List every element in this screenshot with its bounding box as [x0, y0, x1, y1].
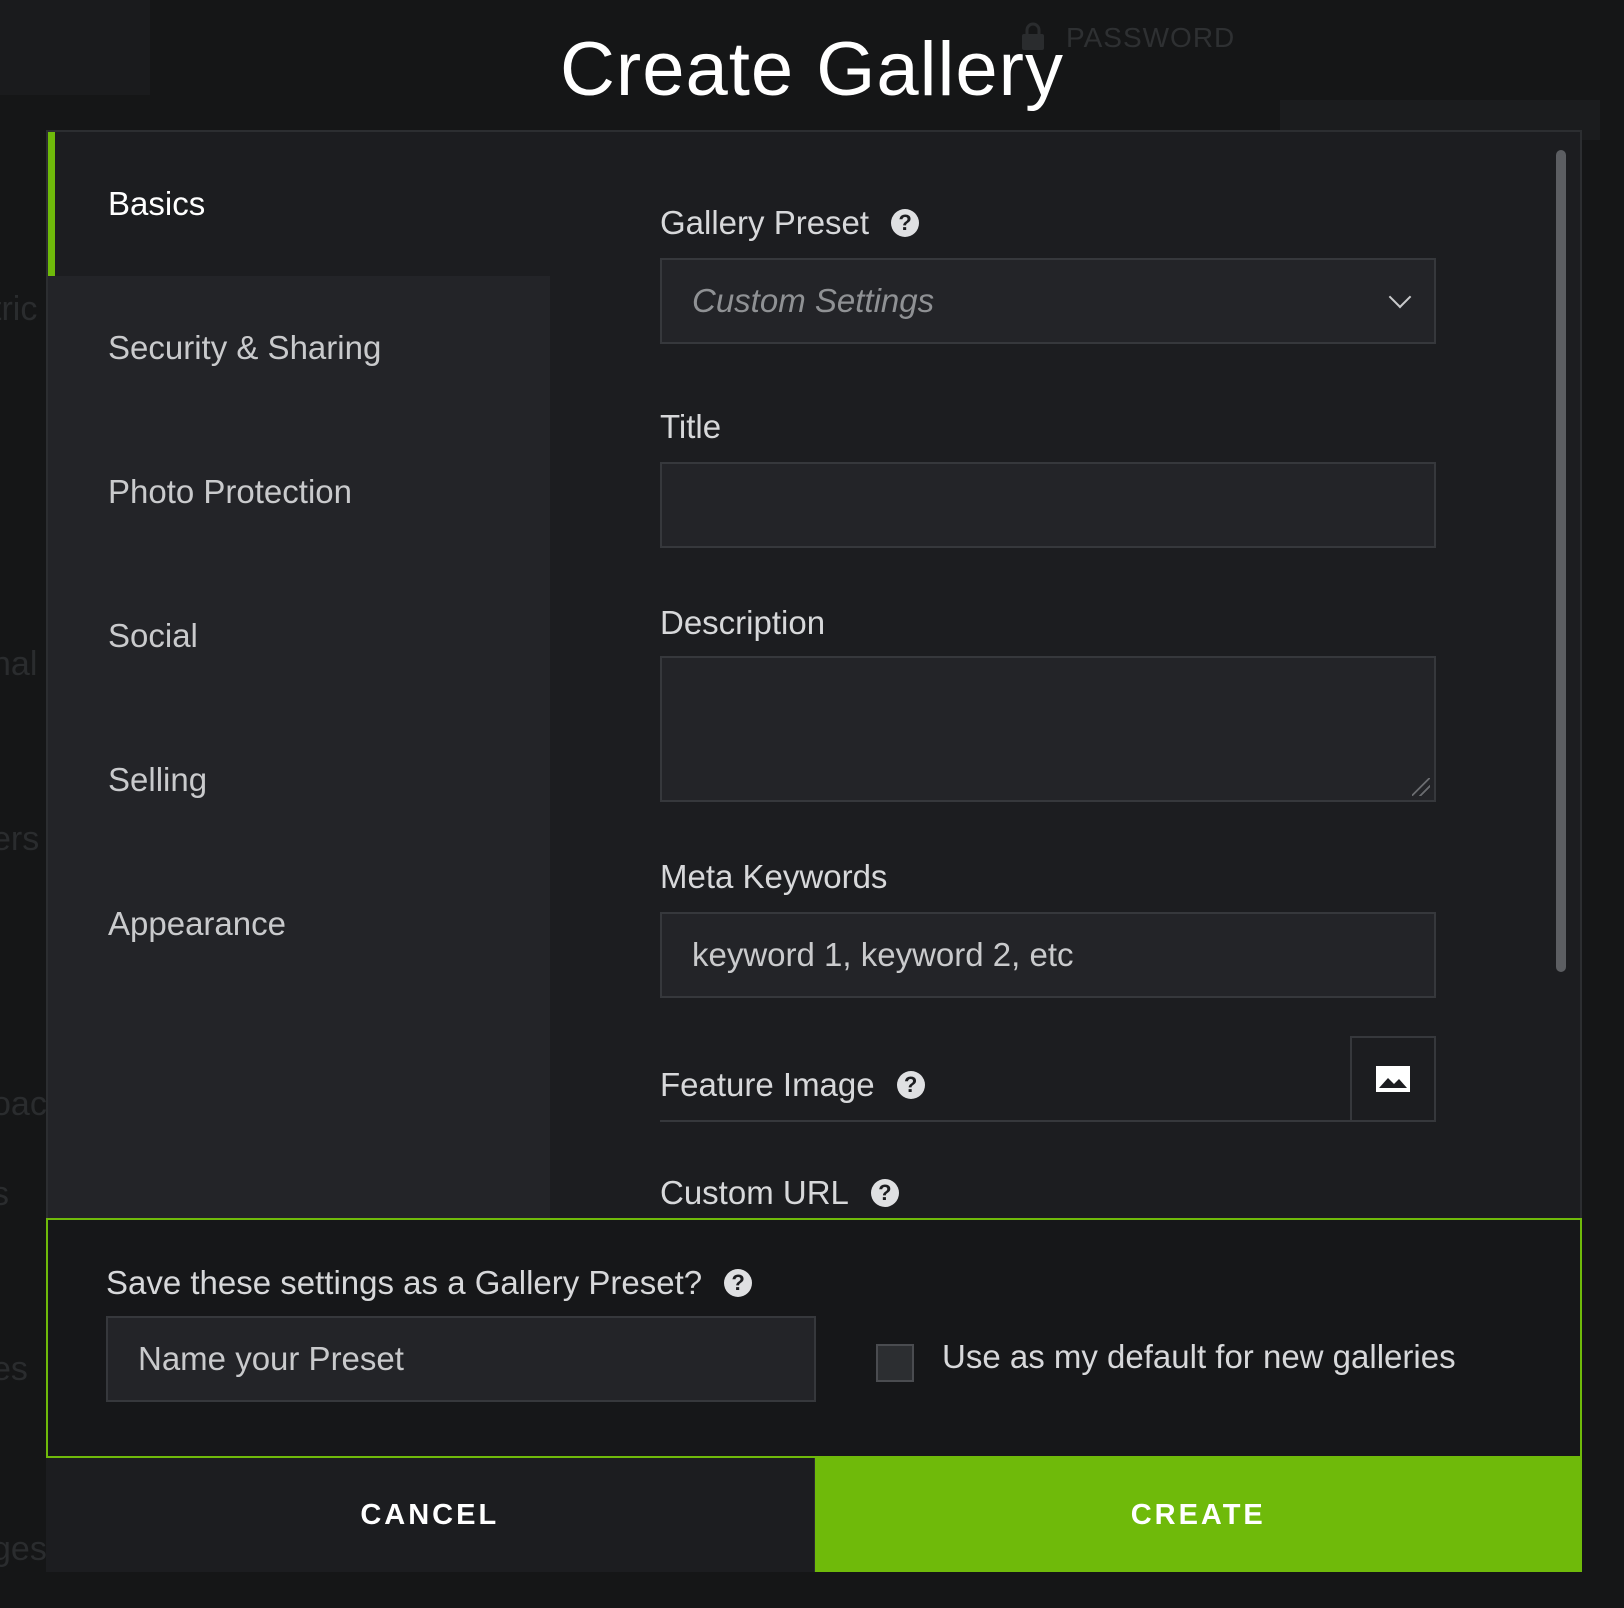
default-preset-checkbox-label[interactable]: Use as my default for new galleries — [942, 1338, 1456, 1376]
description-label-text: Description — [660, 604, 826, 641]
basics-form: Gallery Preset ? Custom Settings Title D… — [588, 132, 1508, 1218]
sidebar-item-label: Security & Sharing — [108, 329, 382, 366]
preset-name-placeholder: Name your Preset — [138, 1340, 404, 1377]
sidebar-item-label: Photo Protection — [108, 473, 352, 510]
meta-keywords-placeholder: keyword 1, keyword 2, etc — [692, 936, 1074, 973]
description-label: Description — [660, 604, 825, 642]
question-circle-icon[interactable]: ? — [896, 1071, 925, 1099]
chevron-down-icon — [1388, 285, 1412, 309]
meta-keywords-label: Meta Keywords — [660, 858, 887, 896]
gallery-preset-label: Gallery Preset ? — [660, 204, 920, 242]
scrollbar[interactable] — [1556, 150, 1566, 972]
dialog-footer: CANCEL CREATE — [46, 1458, 1582, 1572]
cancel-button[interactable]: CANCEL — [46, 1458, 815, 1572]
sidebar-item-label: Social — [108, 617, 198, 654]
preset-name-input[interactable]: Name your Preset — [106, 1316, 816, 1402]
sidebar-item-label: Selling — [108, 761, 208, 798]
save-preset-label: Save these settings as a Gallery Preset?… — [106, 1264, 753, 1302]
feature-image-button[interactable] — [1350, 1036, 1436, 1122]
feature-image-label-text: Feature Image — [660, 1066, 875, 1103]
question-circle-icon[interactable]: ? — [870, 1179, 899, 1207]
sidebar-item-security-sharing[interactable]: Security & Sharing — [48, 276, 550, 420]
resize-grip-icon[interactable] — [1412, 778, 1430, 796]
background-word: tric — [0, 290, 38, 328]
feature-image-label: Feature Image ? — [660, 1066, 925, 1104]
custom-url-label: Custom URL ? — [660, 1174, 899, 1212]
background-word: oac — [0, 1085, 47, 1123]
description-textarea[interactable] — [660, 656, 1436, 802]
sidebar-item-selling[interactable]: Selling — [48, 708, 550, 852]
background-word: nal — [0, 645, 38, 683]
sidebar-item-label: Appearance — [108, 905, 286, 942]
background-word: es — [0, 1350, 28, 1388]
background-word: s — [0, 1175, 9, 1213]
question-circle-icon[interactable]: ? — [891, 209, 920, 237]
title-label: Title — [660, 408, 721, 446]
sidebar-item-photo-protection[interactable]: Photo Protection — [48, 420, 550, 564]
default-preset-checkbox[interactable] — [876, 1344, 914, 1382]
background-word: ers — [0, 820, 40, 858]
settings-sidebar: Basics Security & Sharing Photo Protecti… — [48, 132, 550, 1218]
feature-image-row: Feature Image ? — [660, 1036, 1436, 1122]
dialog-title: Create Gallery — [560, 27, 1064, 112]
background-word: ges — [0, 1530, 47, 1568]
sidebar-item-appearance[interactable]: Appearance — [48, 852, 550, 996]
gallery-preset-select[interactable]: Custom Settings — [660, 258, 1436, 344]
create-gallery-dialog: Basics Security & Sharing Photo Protecti… — [46, 130, 1582, 1572]
meta-keywords-label-text: Meta Keywords — [660, 858, 888, 895]
title-label-text: Title — [660, 408, 722, 445]
image-icon — [1376, 1066, 1410, 1092]
sidebar-item-label: Basics — [108, 185, 206, 222]
create-button[interactable]: CREATE — [814, 1458, 1582, 1572]
question-circle-icon[interactable]: ? — [724, 1269, 753, 1297]
sidebar-item-basics[interactable]: Basics — [48, 132, 550, 276]
custom-url-label-text: Custom URL — [660, 1174, 849, 1211]
sidebar-item-social[interactable]: Social — [48, 564, 550, 708]
meta-keywords-input[interactable]: keyword 1, keyword 2, etc — [660, 912, 1436, 998]
gallery-preset-value: Custom Settings — [692, 282, 935, 319]
save-preset-label-text: Save these settings as a Gallery Preset? — [106, 1264, 703, 1301]
gallery-preset-label-text: Gallery Preset — [660, 204, 870, 241]
title-input[interactable] — [660, 462, 1436, 548]
save-preset-panel: Save these settings as a Gallery Preset?… — [46, 1218, 1582, 1458]
